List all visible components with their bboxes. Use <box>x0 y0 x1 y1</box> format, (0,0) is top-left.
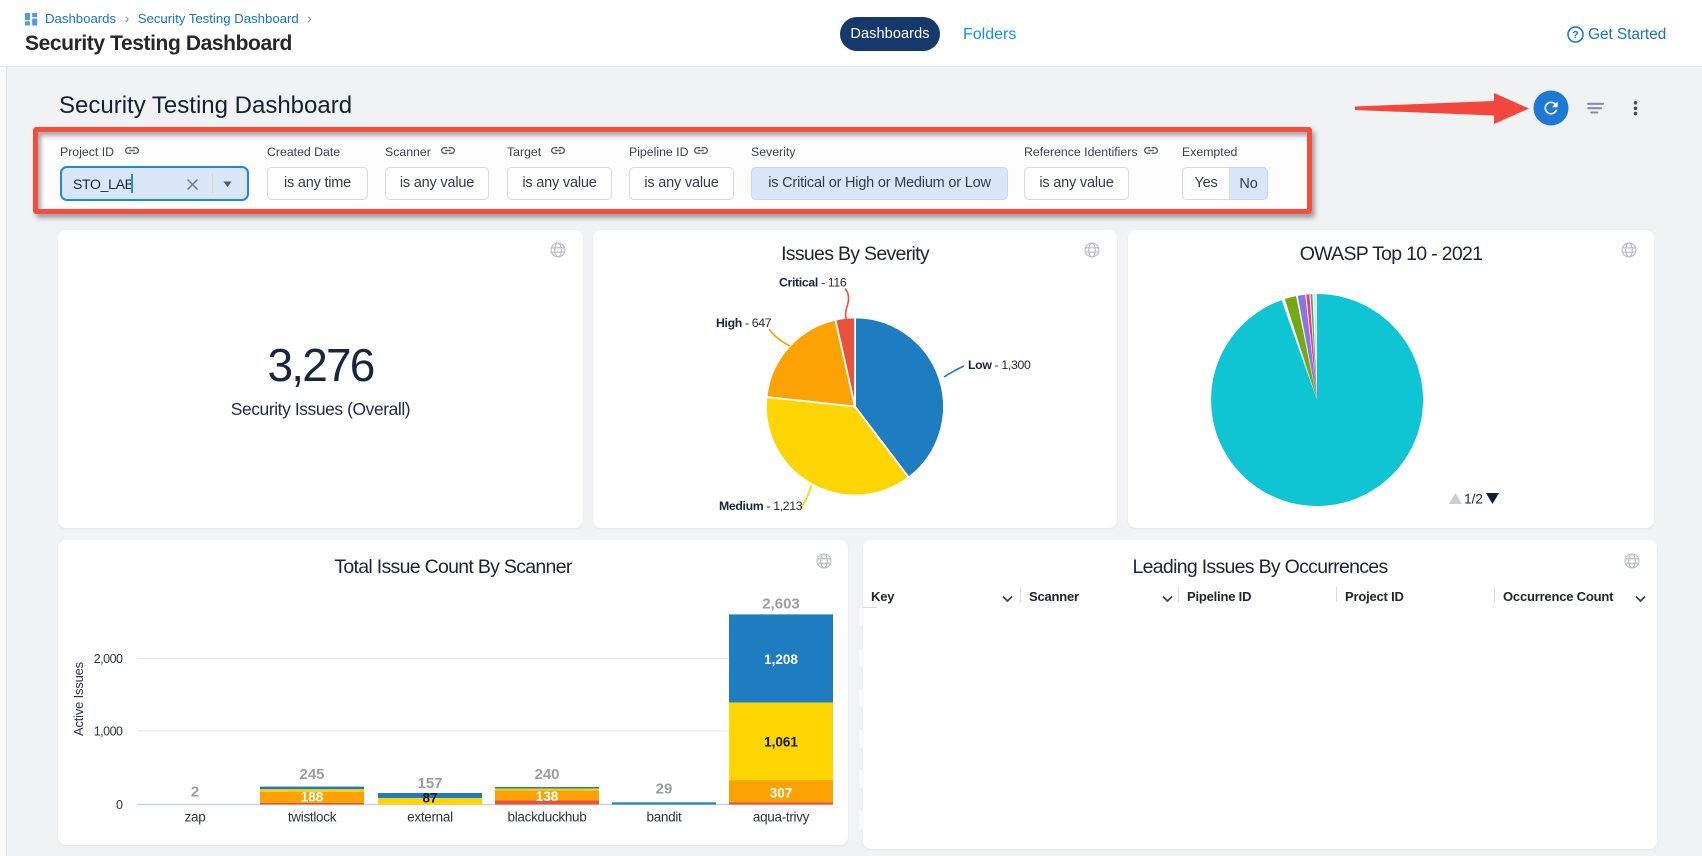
svg-text:Active Issues: Active Issues <box>71 661 86 736</box>
svg-text:external: external <box>407 810 453 825</box>
svg-text:aqua-trivy: aqua-trivy <box>753 810 810 825</box>
svg-text:1,208: 1,208 <box>764 652 798 667</box>
svg-text:?: ? <box>1572 29 1578 41</box>
svg-text:bandit: bandit <box>647 810 683 825</box>
svg-text:0: 0 <box>116 798 123 812</box>
svg-text:307: 307 <box>770 786 793 801</box>
svg-text:2: 2 <box>191 784 199 801</box>
svg-text:blackduckhub: blackduckhub <box>508 810 587 825</box>
svg-text:1,000: 1,000 <box>94 725 123 739</box>
svg-text:2,603: 2,603 <box>762 596 800 613</box>
svg-text:1,061: 1,061 <box>764 735 798 750</box>
svg-text:Critical - 116: Critical - 116 <box>779 276 847 290</box>
svg-text:245: 245 <box>299 766 324 783</box>
svg-text:Medium - 1,213: Medium - 1,213 <box>719 499 803 513</box>
svg-text:138: 138 <box>536 789 559 804</box>
svg-text:29: 29 <box>656 781 673 798</box>
svg-text:twistlock: twistlock <box>288 810 337 825</box>
svg-text:188: 188 <box>301 790 324 805</box>
svg-text:1/2: 1/2 <box>1464 492 1483 505</box>
svg-text:zap: zap <box>185 810 206 825</box>
svg-text:157: 157 <box>417 775 442 792</box>
svg-text:240: 240 <box>534 766 559 783</box>
svg-text:Low - 1,300: Low - 1,300 <box>968 358 1031 372</box>
svg-text:2,000: 2,000 <box>94 652 123 666</box>
svg-text:High - 647: High - 647 <box>716 316 772 330</box>
svg-text:87: 87 <box>422 791 437 806</box>
